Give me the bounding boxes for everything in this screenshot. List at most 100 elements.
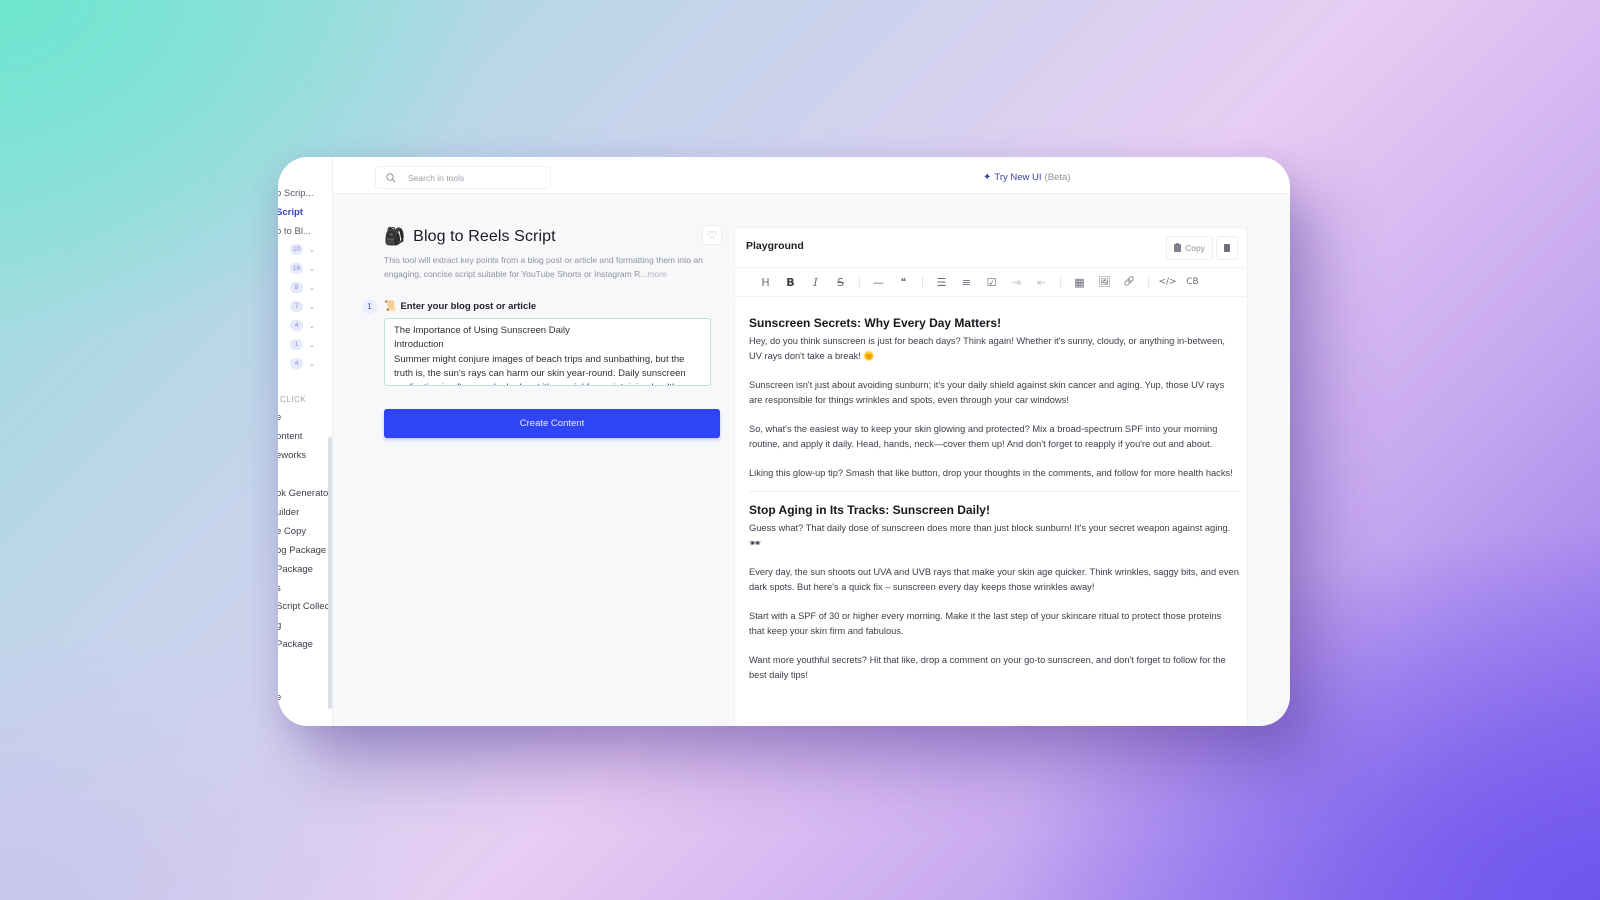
count-badge: 4 xyxy=(290,320,303,331)
copy-button[interactable]: Copy xyxy=(1166,236,1213,260)
table-icon[interactable]: ▦ xyxy=(1067,271,1092,293)
page-title: Blog to Reels Script xyxy=(413,228,556,245)
sparkle-icon: ✦ xyxy=(983,172,992,183)
chevron-down-icon: ⌄ xyxy=(309,246,315,254)
search-box[interactable] xyxy=(375,166,551,189)
paragraph: Sunscreen isn't just about avoiding sunb… xyxy=(749,380,1225,405)
code-icon[interactable]: </> xyxy=(1155,271,1180,293)
sidebar-item-active[interactable]: Script xyxy=(278,207,303,218)
tool-description: This tool will extract key points from a… xyxy=(384,253,724,281)
sidebar-group-toggle[interactable]: 4 ⌄ xyxy=(290,358,315,369)
editor-toolbar: H B I S — ❝ ☰ ≡ ☑ ⇥ ⇤ ▦ 🖼 🔗 </> CB xyxy=(735,267,1247,297)
outdent-icon[interactable]: ⇤ xyxy=(1029,271,1054,293)
favorite-button[interactable]: ♡ xyxy=(702,225,722,245)
sidebar-item[interactable]: og Package xyxy=(278,545,326,556)
paragraph: So, what's the easiest way to keep your … xyxy=(749,424,1218,449)
heart-icon: ♡ xyxy=(707,229,717,242)
sidebar-item[interactable]: uilder xyxy=(278,507,299,518)
sidebar-group-toggle[interactable]: 10 ⌄ xyxy=(290,244,315,255)
count-badge: 18 xyxy=(290,263,303,274)
scroll-icon: 📜 xyxy=(384,301,397,312)
chevron-down-icon: ⌄ xyxy=(309,265,315,273)
playground-panel: Playground Copy H B I S — ❝ ☰ ≡ ☑ ⇥ ⇤ ▦ … xyxy=(734,227,1248,726)
search-icon xyxy=(386,172,396,183)
document-icon xyxy=(1224,244,1230,252)
paragraph: Every day, the sun shoots out UVA and UV… xyxy=(749,567,1239,592)
quote-icon[interactable]: ❝ xyxy=(891,271,916,293)
copy-label: Copy xyxy=(1185,243,1205,253)
count-badge: 7 xyxy=(290,301,303,312)
chevron-down-icon: ⌄ xyxy=(309,360,315,368)
paragraph: Liking this glow-up tip? Smash that like… xyxy=(749,468,1233,478)
beta-label: (Beta) xyxy=(1044,172,1071,183)
horizontal-rule-icon[interactable]: — xyxy=(866,271,891,293)
sidebar-group-toggle[interactable]: 18 ⌄ xyxy=(290,263,315,274)
code-block-icon[interactable]: CB xyxy=(1180,271,1205,293)
step-number: 1 xyxy=(362,299,377,314)
more-link[interactable]: ...more xyxy=(640,269,666,279)
sidebar-item[interactable]: e xyxy=(278,692,281,703)
strikethrough-icon[interactable]: S xyxy=(828,271,853,293)
top-bar: ✦ Try New UI (Beta) xyxy=(333,157,1290,194)
chevron-down-icon: ⌄ xyxy=(309,322,315,330)
count-badge: 4 xyxy=(290,358,303,369)
sidebar-item[interactable]: e Copy xyxy=(278,526,306,537)
chevron-down-icon: ⌄ xyxy=(309,284,315,292)
sidebar-item[interactable]: o to Bl... xyxy=(278,226,311,237)
bold-icon[interactable]: B xyxy=(778,271,803,293)
sidebar-group-toggle[interactable]: 4 ⌄ xyxy=(290,320,315,331)
tool-header: 🎒 Blog to Reels Script xyxy=(384,227,556,247)
count-badge: 1 xyxy=(290,339,303,350)
sidebar-group-toggle[interactable]: 7 ⌄ xyxy=(290,301,315,312)
clipboard-icon xyxy=(1174,242,1182,252)
bullet-list-icon[interactable]: ☰ xyxy=(929,271,954,293)
paragraph: Hey, do you think sunscreen is just for … xyxy=(749,336,1226,361)
step-label: 📜 Enter your blog post or article xyxy=(384,301,536,312)
sidebar-item[interactable]: Package xyxy=(278,564,313,575)
task-list-icon[interactable]: ☑ xyxy=(979,271,1004,293)
sidebar-item[interactable]: g xyxy=(278,620,281,631)
numbered-list-icon[interactable]: ≡ xyxy=(954,271,979,293)
paragraph: Want more youthful secrets? Hit that lik… xyxy=(749,655,1226,680)
sidebar-item[interactable]: s xyxy=(278,583,281,594)
search-input[interactable] xyxy=(408,172,538,183)
create-content-button[interactable]: Create Content xyxy=(384,409,720,438)
heading-icon[interactable]: H xyxy=(753,271,778,293)
playground-title: Playground xyxy=(746,240,804,252)
toolbar-divider xyxy=(1060,276,1061,288)
sidebar-group-toggle[interactable]: 1 ⌄ xyxy=(290,339,315,350)
count-badge: 10 xyxy=(290,244,303,255)
link-icon[interactable]: 🔗 xyxy=(1117,271,1142,293)
sidebar-item[interactable]: Script Collec xyxy=(278,601,329,612)
sidebar-section-label: CLICK xyxy=(280,395,307,404)
chevron-down-icon: ⌄ xyxy=(309,303,315,311)
backpack-icon: 🎒 xyxy=(384,227,406,246)
paragraph: Guess what? That daily dose of sunscreen… xyxy=(749,523,1231,548)
italic-icon[interactable]: I xyxy=(803,271,828,293)
sidebar-item[interactable]: eworks xyxy=(278,450,306,461)
section-divider xyxy=(749,491,1239,492)
indent-icon[interactable]: ⇥ xyxy=(1004,271,1029,293)
sidebar-group-toggle[interactable]: 8 ⌄ xyxy=(290,282,315,293)
sidebar-item[interactable]: Package xyxy=(278,639,313,650)
sidebar-item[interactable]: ok Generato xyxy=(278,488,328,499)
paragraph: Start with a SPF of 30 or higher every m… xyxy=(749,611,1222,636)
image-icon[interactable]: 🖼 xyxy=(1092,271,1117,293)
chevron-down-icon: ⌄ xyxy=(309,341,315,349)
try-new-ui-link[interactable]: ✦ Try New UI (Beta) xyxy=(983,172,1070,183)
export-document-button[interactable] xyxy=(1216,236,1238,260)
count-badge: 8 xyxy=(290,282,303,293)
sidebar: o Scrip... Script o to Bl... 10 ⌄ 18 ⌄ 8 ⌄ … xyxy=(278,157,333,726)
toolbar-divider xyxy=(1148,276,1149,288)
toolbar-divider xyxy=(922,276,923,288)
sidebar-item[interactable]: e xyxy=(278,412,281,423)
sidebar-scrollbar[interactable] xyxy=(328,437,332,709)
sidebar-item[interactable]: o Scrip... xyxy=(278,188,314,199)
sidebar-item[interactable]: ontent xyxy=(278,431,302,442)
step-label-text: Enter your blog post or article xyxy=(400,301,537,312)
blog-post-input[interactable] xyxy=(384,318,711,386)
section-heading: Sunscreen Secrets: Why Every Day Matters… xyxy=(749,316,1002,330)
app-window: o Scrip... Script o to Bl... 10 ⌄ 18 ⌄ 8 ⌄ … xyxy=(278,157,1290,726)
editor-content[interactable]: Sunscreen Secrets: Why Every Day Matters… xyxy=(749,316,1239,697)
try-new-ui-label: Try New UI xyxy=(994,172,1042,183)
